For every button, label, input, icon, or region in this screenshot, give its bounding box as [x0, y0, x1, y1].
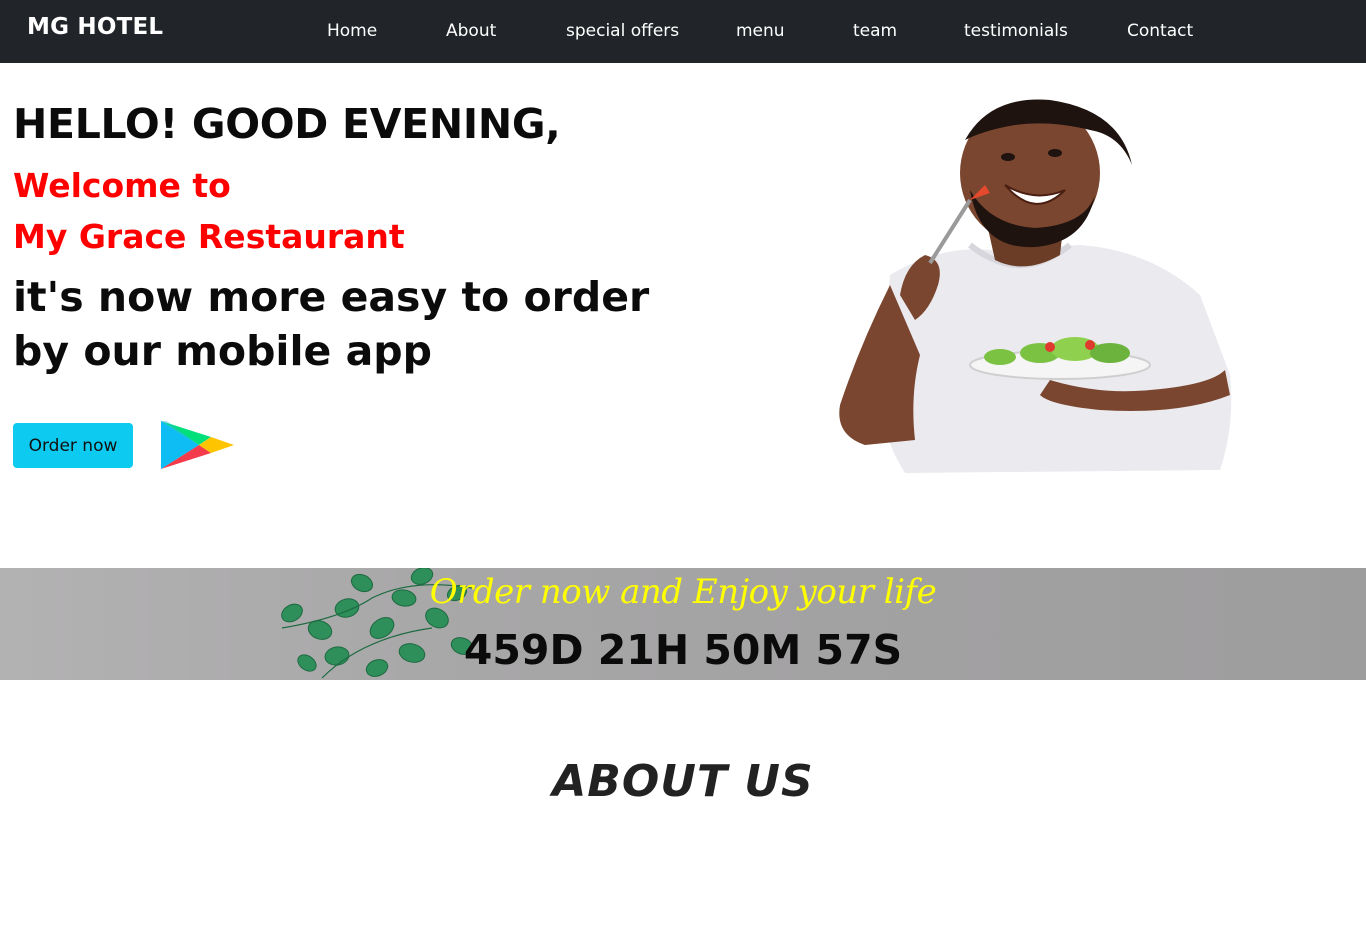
hero-image-man-eating-salad [839, 99, 1232, 473]
nav-link-special-offers[interactable]: special offers [566, 21, 679, 41]
hero-welcome-line2: My Grace Restaurant [13, 217, 405, 256]
nav-link-testimonials[interactable]: testimonials [964, 21, 1068, 41]
nav-link-team[interactable]: team [853, 21, 897, 41]
about-us-heading: ABOUT US [552, 756, 814, 807]
hero-welcome-line1: Welcome to [13, 166, 231, 205]
nav-link-menu[interactable]: menu [736, 21, 785, 41]
hero-subtitle: it's now more easy to order by our mobil… [13, 273, 650, 375]
order-now-button[interactable]: Order now [13, 423, 133, 468]
countdown-timer: 459D 21H 50M 57S [463, 626, 903, 674]
nav-link-home[interactable]: Home [327, 21, 377, 41]
nav-links: Home About special offers menu team test… [0, 0, 1366, 63]
nav-link-contact[interactable]: Contact [1127, 21, 1193, 41]
hero-greeting: HELLO! GOOD EVENING, [13, 100, 561, 148]
countdown-banner: Order now and Enjoy your life 459D 21H 5… [0, 568, 1366, 680]
banner-tagline: Order now and Enjoy your life [429, 572, 937, 612]
nav-link-about[interactable]: About [446, 21, 496, 41]
google-play-icon[interactable] [159, 419, 235, 471]
top-navbar: MG HOTEL Home About special offers menu … [0, 0, 1366, 63]
